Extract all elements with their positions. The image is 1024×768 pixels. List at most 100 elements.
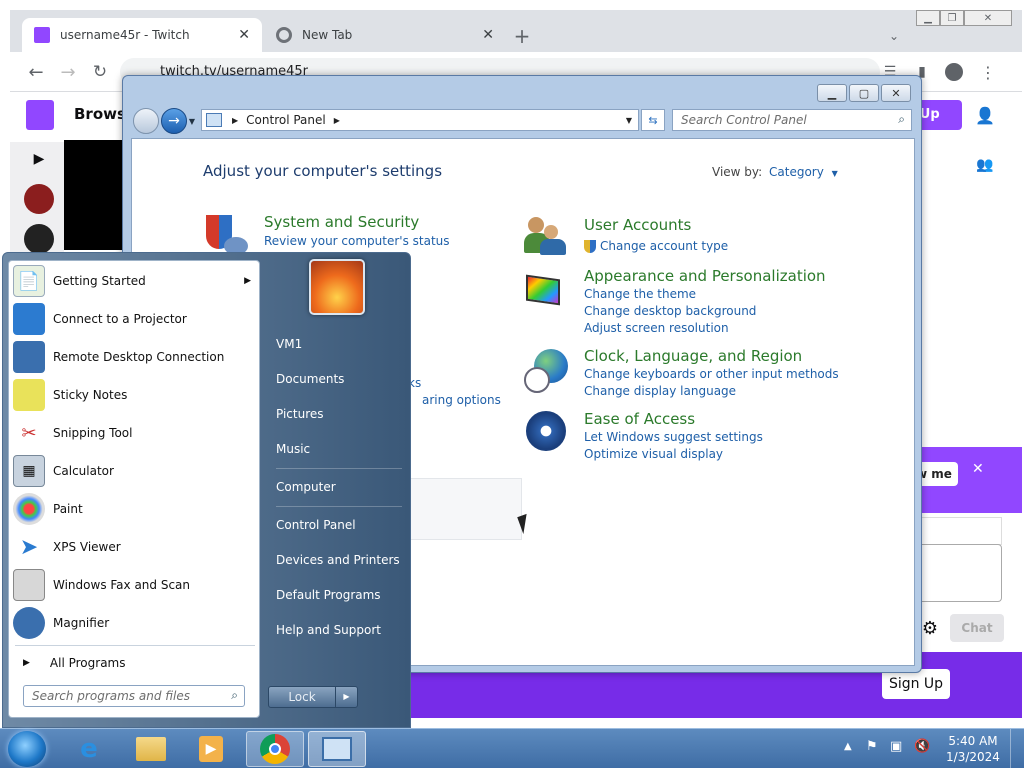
link-change-account-type[interactable]: Change account type	[584, 238, 728, 255]
video-camera-icon[interactable]: ▶	[30, 151, 48, 167]
link-optimize-display[interactable]: Optimize visual display	[584, 446, 723, 463]
search-control-panel-input[interactable]: Search Control Panel ⌕	[672, 109, 912, 131]
link-change-keyboards[interactable]: Change keyboards or other input methods	[584, 366, 839, 383]
network-icon[interactable]: ▣	[890, 739, 902, 754]
chat-input[interactable]	[910, 544, 1002, 602]
action-center-flag-icon[interactable]: ⚑	[866, 739, 878, 754]
start-item-control-panel[interactable]: Control Panel	[276, 518, 356, 532]
back-arrow-icon[interactable]	[133, 108, 159, 134]
link-display-language[interactable]: Change display language	[584, 383, 736, 400]
new-tab-icon[interactable]: +	[510, 24, 534, 48]
back-arrow-icon[interactable]: ←	[24, 60, 48, 84]
program-calculator[interactable]: ▦ Calculator	[13, 453, 257, 489]
start-item-vm1[interactable]: VM1	[276, 337, 302, 351]
address-dropdown-icon[interactable]: ▼	[626, 116, 632, 125]
link-screen-resolution[interactable]: Adjust screen resolution	[584, 320, 729, 337]
category-title-appearance[interactable]: Appearance and Personalization	[584, 267, 826, 285]
tab-twitch[interactable]: username45r - Twitch ✕	[22, 18, 262, 52]
taskbar-chrome[interactable]	[246, 731, 304, 767]
start-item-help-support[interactable]: Help and Support	[276, 623, 381, 637]
link-review-status[interactable]: Review your computer's status	[264, 233, 450, 250]
start-item-devices-printers[interactable]: Devices and Printers	[276, 553, 400, 567]
search-icon[interactable]: ⌕	[898, 112, 905, 127]
user-icon[interactable]: 👤	[974, 104, 996, 126]
minimize-icon[interactable]: ▁	[916, 10, 940, 26]
video-player[interactable]	[64, 140, 124, 250]
close-window-icon[interactable]: ✕	[881, 84, 911, 102]
calculator-icon: ▦	[13, 455, 45, 487]
program-sticky-notes[interactable]: Sticky Notes	[13, 377, 257, 413]
program-remote-desktop[interactable]: Remote Desktop Connection	[13, 339, 257, 375]
close-tab-icon[interactable]: ✕	[238, 27, 250, 43]
category-title-system-security[interactable]: System and Security	[264, 213, 419, 231]
recent-pages-chevron-icon[interactable]: ▼	[187, 114, 197, 128]
user-accounts-icon[interactable]	[524, 215, 570, 257]
tab-search-chevron-icon[interactable]: ⌄	[882, 24, 906, 48]
address-bar[interactable]: ▶ Control Panel ▶ ▼	[201, 109, 639, 131]
ease-of-access-icon[interactable]	[524, 409, 570, 455]
friends-icon[interactable]: 👥	[974, 154, 996, 176]
program-xps-viewer[interactable]: ➤ XPS Viewer	[13, 529, 257, 565]
close-icon[interactable]: ✕	[972, 461, 984, 477]
partial-link[interactable]: aring options	[422, 392, 501, 409]
breadcrumb-arrow-icon[interactable]: ▶	[334, 116, 340, 125]
close-window-icon[interactable]: ✕	[964, 10, 1012, 26]
taskbar-explorer[interactable]	[126, 731, 176, 767]
gear-icon[interactable]: ⚙	[920, 618, 940, 639]
signup-bottom-button[interactable]: Sign Up	[882, 669, 950, 699]
start-item-pictures[interactable]: Pictures	[276, 407, 324, 421]
forward-arrow-icon[interactable]: →	[161, 108, 187, 134]
shutdown-options-arrow-icon[interactable]: ▶	[335, 687, 357, 707]
profile-icon[interactable]	[942, 60, 966, 84]
link-change-theme[interactable]: Change the theme	[584, 286, 696, 303]
all-programs-button[interactable]: ▶ All Programs	[13, 649, 257, 677]
show-hidden-icons-icon[interactable]: ▲	[844, 741, 852, 752]
category-title-user-accounts[interactable]: User Accounts	[584, 216, 691, 234]
category-title-ease-of-access[interactable]: Ease of Access	[584, 410, 695, 428]
taskbar-control-panel[interactable]	[308, 731, 366, 767]
search-placeholder: Search Control Panel	[681, 113, 807, 127]
avatar[interactable]	[24, 184, 54, 214]
forward-arrow-icon[interactable]: →	[56, 60, 80, 84]
link-suggest-settings[interactable]: Let Windows suggest settings	[584, 429, 763, 446]
lock-button[interactable]: Lock	[269, 687, 335, 707]
volume-muted-icon[interactable]: 🔇	[914, 739, 930, 754]
breadcrumb[interactable]: Control Panel	[246, 113, 326, 127]
avatar[interactable]	[24, 224, 54, 254]
appearance-icon[interactable]	[524, 271, 570, 313]
program-paint[interactable]: Paint	[13, 491, 257, 527]
chat-button[interactable]: Chat	[950, 614, 1004, 642]
program-magnifier[interactable]: Magnifier	[13, 605, 257, 641]
twitch-logo-icon[interactable]	[26, 100, 54, 130]
program-snipping-tool[interactable]: ✂ Snipping Tool	[13, 415, 257, 451]
menu-kebab-icon[interactable]: ⋮	[976, 60, 1000, 84]
clock[interactable]: 5:40 AM 1/3/2024	[946, 733, 1000, 765]
refresh-icon[interactable]: ⇆	[641, 109, 665, 131]
windows-start-orb-icon[interactable]	[8, 731, 46, 767]
start-item-documents[interactable]: Documents	[276, 372, 344, 386]
start-item-music[interactable]: Music	[276, 442, 310, 456]
link-desktop-background[interactable]: Change desktop background	[584, 303, 756, 320]
view-by-dropdown[interactable]: Category ▼	[769, 165, 838, 179]
show-desktop-button[interactable]	[1010, 729, 1024, 768]
program-getting-started[interactable]: 📄 Getting Started ▶	[13, 263, 257, 299]
shield-icon[interactable]	[204, 215, 250, 257]
user-picture[interactable]	[309, 259, 365, 315]
clock-globe-icon[interactable]	[524, 347, 570, 397]
minimize-icon[interactable]: ▁	[817, 84, 847, 102]
start-item-default-programs[interactable]: Default Programs	[276, 588, 381, 602]
close-tab-icon[interactable]: ✕	[482, 27, 494, 43]
start-search-input[interactable]: Search programs and files ⌕	[23, 685, 245, 707]
reload-icon[interactable]: ↻	[88, 60, 112, 84]
search-icon[interactable]: ⌕	[231, 688, 238, 703]
tab-new-tab[interactable]: New Tab ✕	[268, 18, 504, 52]
program-fax-scan[interactable]: Windows Fax and Scan	[13, 567, 257, 603]
category-title-clock[interactable]: Clock, Language, and Region	[584, 347, 802, 365]
start-item-computer[interactable]: Computer	[276, 480, 336, 494]
maximize-icon[interactable]: ▢	[849, 84, 879, 102]
breadcrumb-arrow-icon[interactable]: ▶	[232, 116, 238, 125]
program-connect-projector[interactable]: Connect to a Projector	[13, 301, 257, 337]
restore-icon[interactable]: ❐	[940, 10, 964, 26]
taskbar-media-player[interactable]: ▶	[186, 731, 236, 767]
taskbar-internet-explorer[interactable]: e	[64, 731, 114, 767]
